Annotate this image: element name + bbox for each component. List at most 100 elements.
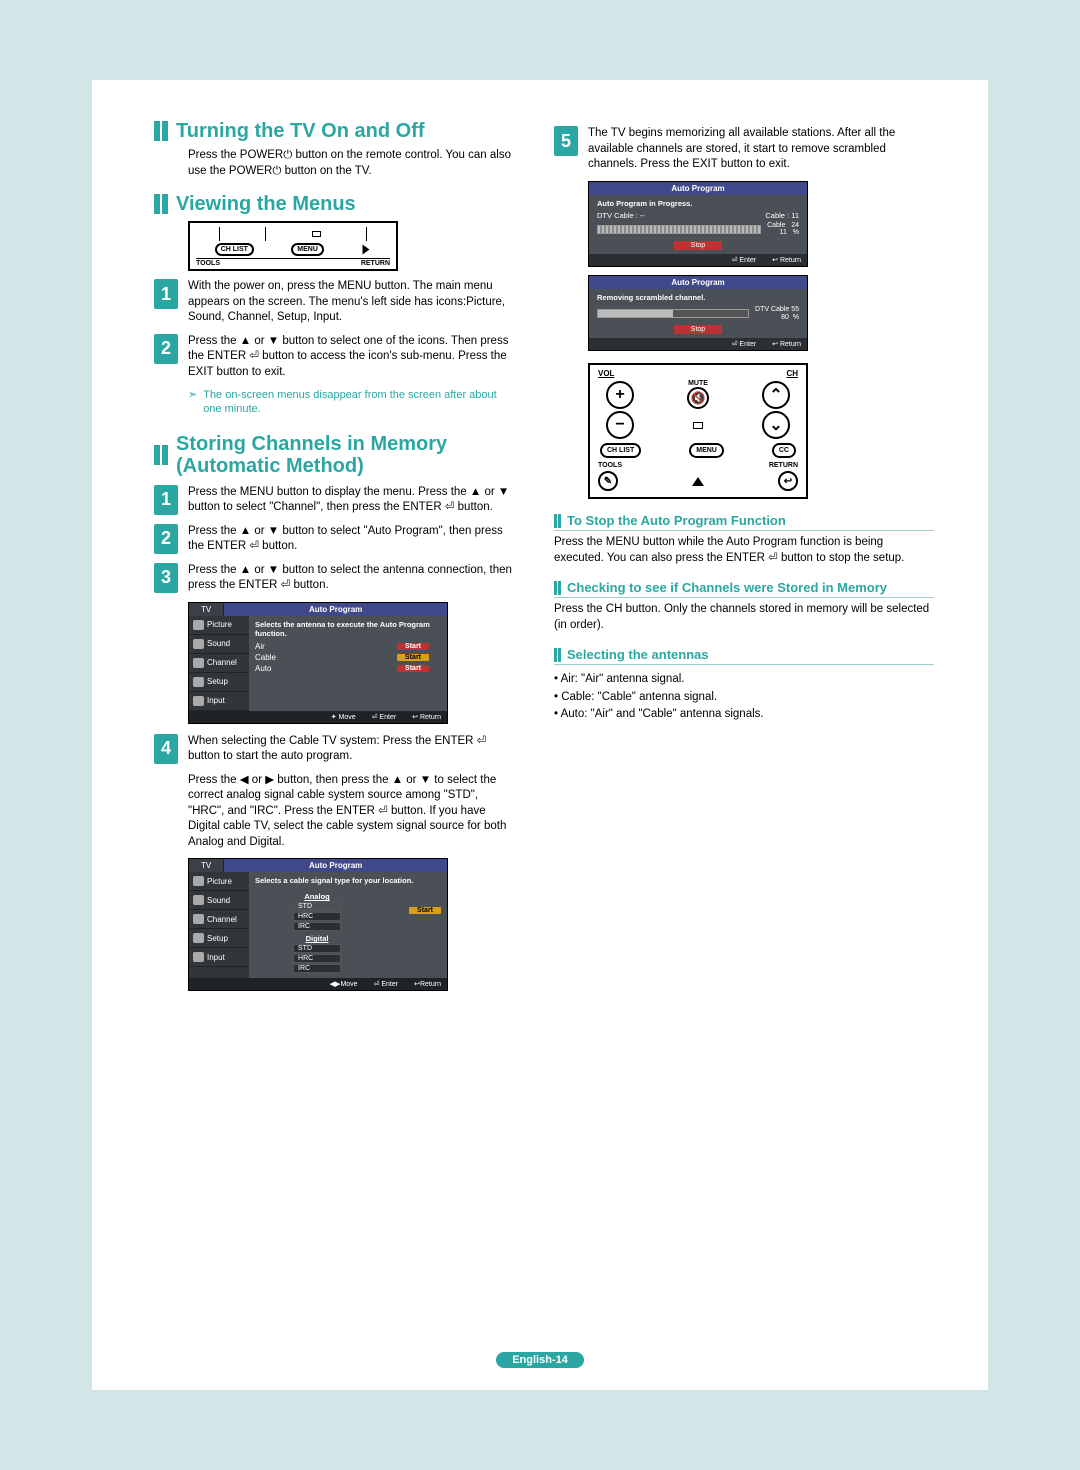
step-number: 2 bbox=[154, 524, 178, 554]
picture-icon bbox=[193, 876, 204, 886]
vol-down-button: − bbox=[606, 411, 634, 439]
row-air: Air bbox=[255, 642, 265, 651]
menu1-tab-tv: TV bbox=[189, 603, 224, 616]
section3-title: Storing Channels in Memory (Automatic Me… bbox=[176, 433, 514, 477]
stop-button: Stop bbox=[674, 241, 722, 250]
opt-hrc: HRC bbox=[293, 912, 341, 921]
foot-move: ✦ Move bbox=[331, 713, 356, 721]
tv-menu-auto-program-antenna: TV Auto Program Picture Sound Channel Se… bbox=[188, 602, 448, 724]
tools-label: TOOLS bbox=[598, 462, 622, 469]
section-storing-channels: Storing Channels in Memory (Automatic Me… bbox=[154, 433, 514, 477]
side-setup: Setup bbox=[207, 677, 228, 686]
s3-step5-text: The TV begins memorizing all available s… bbox=[588, 126, 934, 173]
step-number: 3 bbox=[154, 563, 178, 593]
opt-irc-d: IRC bbox=[293, 964, 341, 973]
menu-button: MENU bbox=[689, 443, 724, 458]
tools-icon: ✎ bbox=[598, 471, 618, 491]
s3-step2-text: Press the ▲ or ▼ button to select "Auto … bbox=[188, 524, 514, 555]
prog1-dtv: DTV Cable : -- bbox=[597, 211, 645, 220]
opt-std-d: STD bbox=[293, 944, 341, 953]
section-viewing-menus: Viewing the Menus bbox=[154, 193, 514, 215]
sub2-body: Press the CH button. Only the channels s… bbox=[554, 602, 934, 633]
group-analog: Analog bbox=[255, 892, 379, 901]
side-picture: Picture bbox=[207, 877, 232, 886]
setup-icon bbox=[193, 933, 204, 943]
start-button-selected: Start bbox=[397, 654, 429, 661]
sound-icon bbox=[193, 895, 204, 905]
foot-enter: ⏎ Enter bbox=[374, 980, 399, 988]
channel-icon bbox=[193, 658, 204, 668]
input-icon bbox=[193, 696, 204, 706]
side-input: Input bbox=[207, 696, 225, 705]
section1-body: Press the POWER⏻ button on the remote co… bbox=[188, 148, 514, 179]
subheading-checking-channels: Checking to see if Channels were Stored … bbox=[554, 580, 934, 598]
section2-note: ➣ The on-screen menus disappear from the… bbox=[188, 388, 514, 417]
s3-step1-text: Press the MENU button to display the men… bbox=[188, 485, 514, 516]
channel-icon bbox=[193, 914, 204, 924]
menu2-tab-title: Auto Program bbox=[224, 859, 447, 872]
menu1-desc: Selects the antenna to execute the Auto … bbox=[255, 620, 441, 638]
s3-step4b: Press the ◀ or ▶ button, then press the … bbox=[188, 773, 514, 851]
left-column: Turning the TV On and Off Press the POWE… bbox=[154, 118, 514, 991]
subheading-stop-auto-program: To Stop the Auto Program Function bbox=[554, 513, 934, 531]
stop-icon bbox=[693, 422, 703, 429]
setup-icon bbox=[193, 677, 204, 687]
side-channel: Channel bbox=[207, 915, 237, 924]
manual-page: Turning the TV On and Off Press the POWE… bbox=[92, 80, 988, 1390]
side-input: Input bbox=[207, 953, 225, 962]
note-icon: ➣ bbox=[188, 388, 197, 417]
section3-step2: 2 Press the ▲ or ▼ button to select "Aut… bbox=[154, 524, 514, 555]
sub2-title: Checking to see if Channels were Stored … bbox=[567, 580, 887, 595]
prog1-percent: Cable 24 11 % bbox=[767, 222, 799, 237]
step-number: 1 bbox=[154, 279, 178, 309]
mute-button: 🔇 bbox=[687, 387, 709, 409]
section3-step3: 3 Press the ▲ or ▼ button to select the … bbox=[154, 563, 514, 594]
progress-bar bbox=[597, 309, 749, 318]
s3-step4a: When selecting the Cable TV system: Pres… bbox=[188, 734, 514, 765]
section2-step2: 2 Press the ▲ or ▼ button to select one … bbox=[154, 334, 514, 381]
return-icon: ↩ bbox=[778, 471, 798, 491]
menu-button: MENU bbox=[291, 243, 324, 256]
page-footer: English-14 bbox=[92, 1350, 988, 1368]
section2-step1: 1 With the power on, press the MENU butt… bbox=[154, 279, 514, 326]
section-turning-on-off: Turning the TV On and Off bbox=[154, 120, 514, 142]
remote-strip-small: CH LIST MENU TOOLS RETURN bbox=[188, 221, 398, 271]
foot-move: ◀▶Move bbox=[330, 980, 358, 988]
note-text: The on-screen menus disappear from the s… bbox=[203, 388, 514, 417]
section3-step1: 1 Press the MENU button to display the m… bbox=[154, 485, 514, 516]
section3-step5: 5 The TV begins memorizing all available… bbox=[554, 126, 934, 173]
menu2-sidebar: Picture Sound Channel Setup Input bbox=[189, 872, 249, 978]
side-sound: Sound bbox=[207, 896, 230, 905]
input-icon bbox=[193, 952, 204, 962]
side-sound: Sound bbox=[207, 639, 230, 648]
menu1-tab-title: Auto Program bbox=[224, 603, 447, 616]
prog2-line1: Removing scrambled channel. bbox=[597, 293, 799, 302]
step-number: 1 bbox=[154, 485, 178, 515]
picture-icon bbox=[193, 620, 204, 630]
stop-button: Stop bbox=[674, 325, 722, 334]
sub1-body: Press the MENU button while the Auto Pro… bbox=[554, 535, 934, 566]
play-icon bbox=[363, 245, 370, 255]
prog1-title: Auto Program bbox=[589, 182, 807, 195]
foot-return: ↩ Return bbox=[412, 713, 441, 721]
side-setup: Setup bbox=[207, 934, 228, 943]
s3-step3-text: Press the ▲ or ▼ button to select the an… bbox=[188, 563, 514, 594]
remote-control-illustration: VOL CH + MUTE 🔇 ⌃ − bbox=[588, 363, 808, 499]
step-number: 4 bbox=[154, 734, 178, 764]
up-arrow-icon bbox=[692, 477, 704, 486]
foot-return: ↩ Return bbox=[772, 340, 801, 348]
tools-label: TOOLS bbox=[196, 260, 220, 267]
menu1-sidebar: Picture Sound Channel Setup Input bbox=[189, 616, 249, 711]
sound-icon bbox=[193, 639, 204, 649]
start-button: Start bbox=[409, 907, 441, 914]
tv-menu-auto-program-cable-type: TV Auto Program Picture Sound Channel Se… bbox=[188, 858, 448, 991]
step2-text: Press the ▲ or ▼ button to select one of… bbox=[188, 334, 514, 381]
menu2-desc: Selects a cable signal type for your loc… bbox=[255, 876, 441, 885]
foot-enter: ⏎ Enter bbox=[732, 256, 757, 264]
row-auto: Auto bbox=[255, 664, 271, 673]
cc-button: CC bbox=[772, 443, 796, 458]
stop-icon bbox=[312, 231, 321, 237]
section3-step4: 4 When selecting the Cable TV system: Pr… bbox=[154, 734, 514, 765]
opt-irc: IRC bbox=[293, 922, 341, 931]
sub1-title: To Stop the Auto Program Function bbox=[567, 513, 786, 528]
